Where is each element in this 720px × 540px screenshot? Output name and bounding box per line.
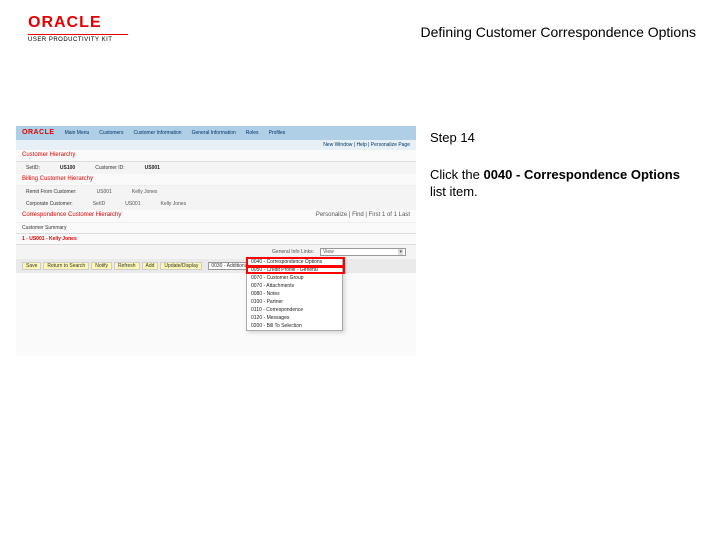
add-button[interactable]: Add <box>142 262 159 270</box>
value-setid: US100 <box>60 165 75 171</box>
step-label: Step 14 <box>430 130 690 145</box>
value-corp-setid: SetID <box>93 201 106 207</box>
general-info-dropdown[interactable]: View ▾ <box>320 248 406 256</box>
dropdown-popup: 0040 - Correspondence Options 0050 - Cre… <box>246 257 343 331</box>
step-panel: Step 14 Click the 0040 - Correspondence … <box>430 130 690 201</box>
chevron-down-icon: ▾ <box>398 249 403 255</box>
list-item[interactable]: 0050 - Credit Profile - General <box>247 266 342 274</box>
header: ORACLE USER PRODUCTIVITY KIT Defining Cu… <box>0 0 720 50</box>
label-setid: SetID: <box>26 165 40 171</box>
page-title: Defining Customer Correspondence Options <box>421 24 696 40</box>
block-title-correspondence: Correspondence Customer Hierarchy Person… <box>16 210 416 222</box>
step-suffix: list item. <box>430 184 478 199</box>
save-button[interactable]: Save <box>22 262 41 270</box>
customer-item[interactable]: 1 - US001 - Kelly Jones <box>22 236 77 242</box>
logo-underline <box>28 34 128 35</box>
step-prefix: Click the <box>430 167 483 182</box>
list-item[interactable]: 0070 - Attachments <box>247 282 342 290</box>
refresh-button[interactable]: Refresh <box>114 262 140 270</box>
label-customer-id: Customer ID: <box>95 165 124 171</box>
tab-row: Customer Hierarchy <box>16 150 416 162</box>
sub-section-label: Customer Summary <box>22 225 66 231</box>
heading-right-links[interactable]: Personalize | Find | First 1 of 1 Last <box>316 212 410 219</box>
nav-item[interactable]: General Information <box>192 130 236 136</box>
general-info-row: General Info Links: View ▾ <box>16 245 416 259</box>
app-topnav: ORACLE Main Menu Customers Customer Info… <box>16 126 416 140</box>
list-item[interactable]: 0070 - Customer Group <box>247 274 342 282</box>
subbar-links[interactable]: New Window | Help | Personalize Page <box>323 142 410 148</box>
nav-item[interactable]: Main Menu <box>65 130 90 136</box>
notify-button[interactable]: Notify <box>91 262 112 270</box>
value-customer-id: US001 <box>145 165 160 171</box>
step-instruction: Click the 0040 - Correspondence Options … <box>430 167 690 201</box>
label-corporate-customer: Corporate Customer: <box>26 201 73 207</box>
info-row-2a: Remit From Customer: US001 Kelly Jones <box>16 186 416 198</box>
list-item[interactable]: 0100 - Partner <box>247 298 342 306</box>
general-info-label: General Info Links: <box>272 249 314 255</box>
list-item[interactable]: 0200 - Bill To Selection <box>247 322 342 330</box>
button-row: Save Return to Search Notify Refresh Add… <box>16 259 416 273</box>
sub-section: Customer Summary <box>16 223 416 234</box>
step-bold: 0040 - Correspondence Options <box>483 167 680 182</box>
info-row-2b: Corporate Customer: SetID US001 Kelly Jo… <box>16 198 416 210</box>
app-oracle-logo: ORACLE <box>22 129 55 137</box>
update-display-button[interactable]: Update/Display <box>160 262 202 270</box>
value-remit-name: Kelly Jones <box>132 189 158 195</box>
tab-customer-hierarchy[interactable]: Customer Hierarchy <box>22 152 75 158</box>
heading-correspondence: Correspondence Customer Hierarchy <box>22 212 121 219</box>
oracle-logo: ORACLE <box>28 14 128 32</box>
logo-block: ORACLE USER PRODUCTIVITY KIT <box>28 14 128 43</box>
dropdown-value: View <box>323 249 334 255</box>
value-remit-from: US001 <box>97 189 112 195</box>
nav-item[interactable]: Customer Information <box>133 130 181 136</box>
item-line: 1 - US001 - Kelly Jones <box>16 234 416 245</box>
list-item[interactable]: 0120 - Messages <box>247 314 342 322</box>
label-remit-from: Remit From Customer: <box>26 189 77 195</box>
nav-item[interactable]: Roles <box>246 130 259 136</box>
nav-item[interactable]: Profiles <box>269 130 286 136</box>
nav-item[interactable]: Customers <box>99 130 123 136</box>
return-search-button[interactable]: Return to Search <box>43 262 89 270</box>
block-title-billing: Billing Customer Hierarchy <box>16 174 416 186</box>
logo-subtitle: USER PRODUCTIVITY KIT <box>28 37 128 43</box>
value-corp-id: US001 <box>125 201 140 207</box>
list-item[interactable]: 0040 - Correspondence Options <box>247 258 342 266</box>
list-item[interactable]: 0110 - Correspondence <box>247 306 342 314</box>
list-item[interactable]: 0080 - Notes <box>247 290 342 298</box>
info-row-1: SetID: US100 Customer ID: US001 <box>16 162 416 174</box>
app-screenshot: ORACLE Main Menu Customers Customer Info… <box>16 126 416 356</box>
value-corp-name: Kelly Jones <box>161 201 187 207</box>
app-subbar: New Window | Help | Personalize Page <box>16 140 416 150</box>
